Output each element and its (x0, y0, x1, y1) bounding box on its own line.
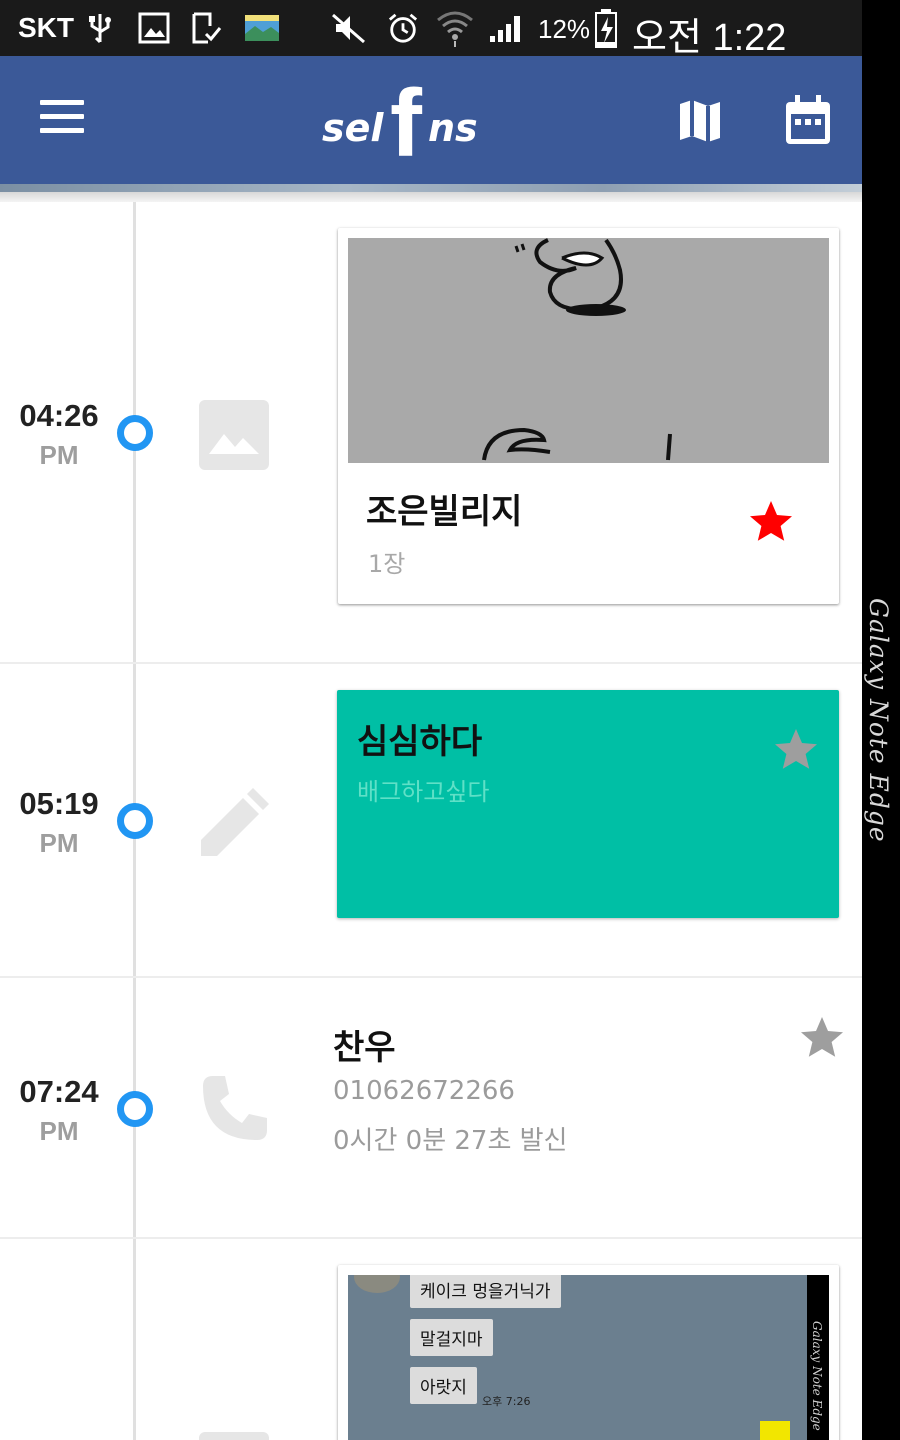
photo-card[interactable]: 조은빌리지 1장 (338, 228, 839, 604)
chat-time: 오후 7:26 (482, 1395, 531, 1408)
map-button[interactable] (676, 96, 724, 144)
app-bar-strip (0, 184, 862, 192)
calendar-icon (786, 95, 830, 144)
ampm-label: PM (39, 440, 79, 470)
timeline-list[interactable]: 04:26 PM 조은빌리지 1장 05:19 PM 심심하다 배그하고싶다 0… (0, 202, 862, 1440)
star-outline-icon[interactable] (771, 726, 821, 774)
alarm-icon (388, 13, 418, 43)
caller-name: 찬우 (333, 1028, 396, 1068)
map-icon (680, 100, 720, 142)
timeline-dot (117, 803, 153, 839)
usb-icon (89, 14, 111, 44)
timeline-dot (117, 1091, 153, 1127)
pencil-icon (201, 788, 269, 856)
mute-icon (332, 13, 365, 44)
note-card[interactable]: 심심하다 배그하고싶다 (337, 690, 839, 918)
edge-text: Galaxy Note Edge (810, 1321, 824, 1431)
wifi-icon (437, 11, 473, 47)
sent-bubble (760, 1421, 790, 1440)
entry-time: 07:24 PM (0, 1074, 118, 1147)
phone-icon (203, 1076, 267, 1140)
time-label: 04:26 (19, 398, 99, 433)
app-bar-shadow (0, 192, 862, 202)
logo-sel-text: sel (322, 106, 384, 150)
edge-screen-strip: Galaxy Note Edge (807, 1275, 829, 1440)
calendar-button[interactable] (784, 94, 832, 146)
chat-bubble: 말걸지마 (410, 1319, 493, 1356)
star-outline-icon[interactable] (797, 1014, 847, 1062)
star-filled-icon[interactable] (746, 498, 796, 546)
ampm-label: PM (39, 828, 79, 858)
app-logo: sel f ns (318, 76, 478, 172)
call-duration: 0시간 0분 27초 발신 (333, 1126, 568, 1156)
signal-icon (490, 16, 520, 42)
timeline-dot (117, 415, 153, 451)
avatar (354, 1275, 400, 1293)
entry-divider (0, 662, 862, 664)
battery-charging-icon (595, 9, 617, 48)
cartoon-drawing (482, 238, 672, 461)
edge-screen-label: Galaxy Note Edge (864, 598, 893, 843)
logo-f-text: f (390, 70, 422, 177)
download-done-icon (192, 12, 222, 44)
image-icon (138, 12, 170, 44)
image-icon (199, 1432, 269, 1440)
photo-card[interactable]: 케이크 멍을거닉가 말걸지마 아랏지 오후 7:26 Galaxy Note E… (338, 1265, 839, 1440)
status-bar: SKT 12% 오전 1:22 (0, 0, 862, 59)
time-label: 07:24 (19, 1074, 99, 1109)
entry-time: 05:19 PM (0, 786, 118, 859)
gallery-thumbnail-icon (245, 15, 279, 41)
chat-bubble: 아랏지 (410, 1367, 477, 1404)
menu-button[interactable] (40, 100, 86, 136)
card-subtitle: 1장 (368, 550, 406, 578)
note-body: 배그하고싶다 (357, 778, 490, 806)
caller-number: 01062672266 (333, 1076, 515, 1106)
image-icon (199, 400, 269, 470)
card-title: 조은빌리지 (366, 492, 523, 532)
note-title: 심심하다 (357, 722, 483, 762)
entry-time: 04:26 PM (0, 398, 118, 471)
chat-bubble: 케이크 멍을거닉가 (410, 1275, 561, 1308)
battery-percent: 12% (538, 14, 591, 44)
logo-ns-text: ns (428, 106, 478, 150)
ampm-label: PM (39, 1116, 79, 1146)
time-label: 05:19 (19, 786, 99, 821)
photo-thumbnail[interactable] (348, 238, 829, 463)
entry-divider (0, 976, 862, 978)
entry-divider (0, 1237, 862, 1239)
chat-screenshot-thumbnail[interactable]: 케이크 멍을거닉가 말걸지마 아랏지 오후 7:26 Galaxy Note E… (348, 1275, 829, 1440)
clock: 오전 1:22 (632, 17, 787, 59)
carrier-label: SKT (18, 12, 74, 43)
